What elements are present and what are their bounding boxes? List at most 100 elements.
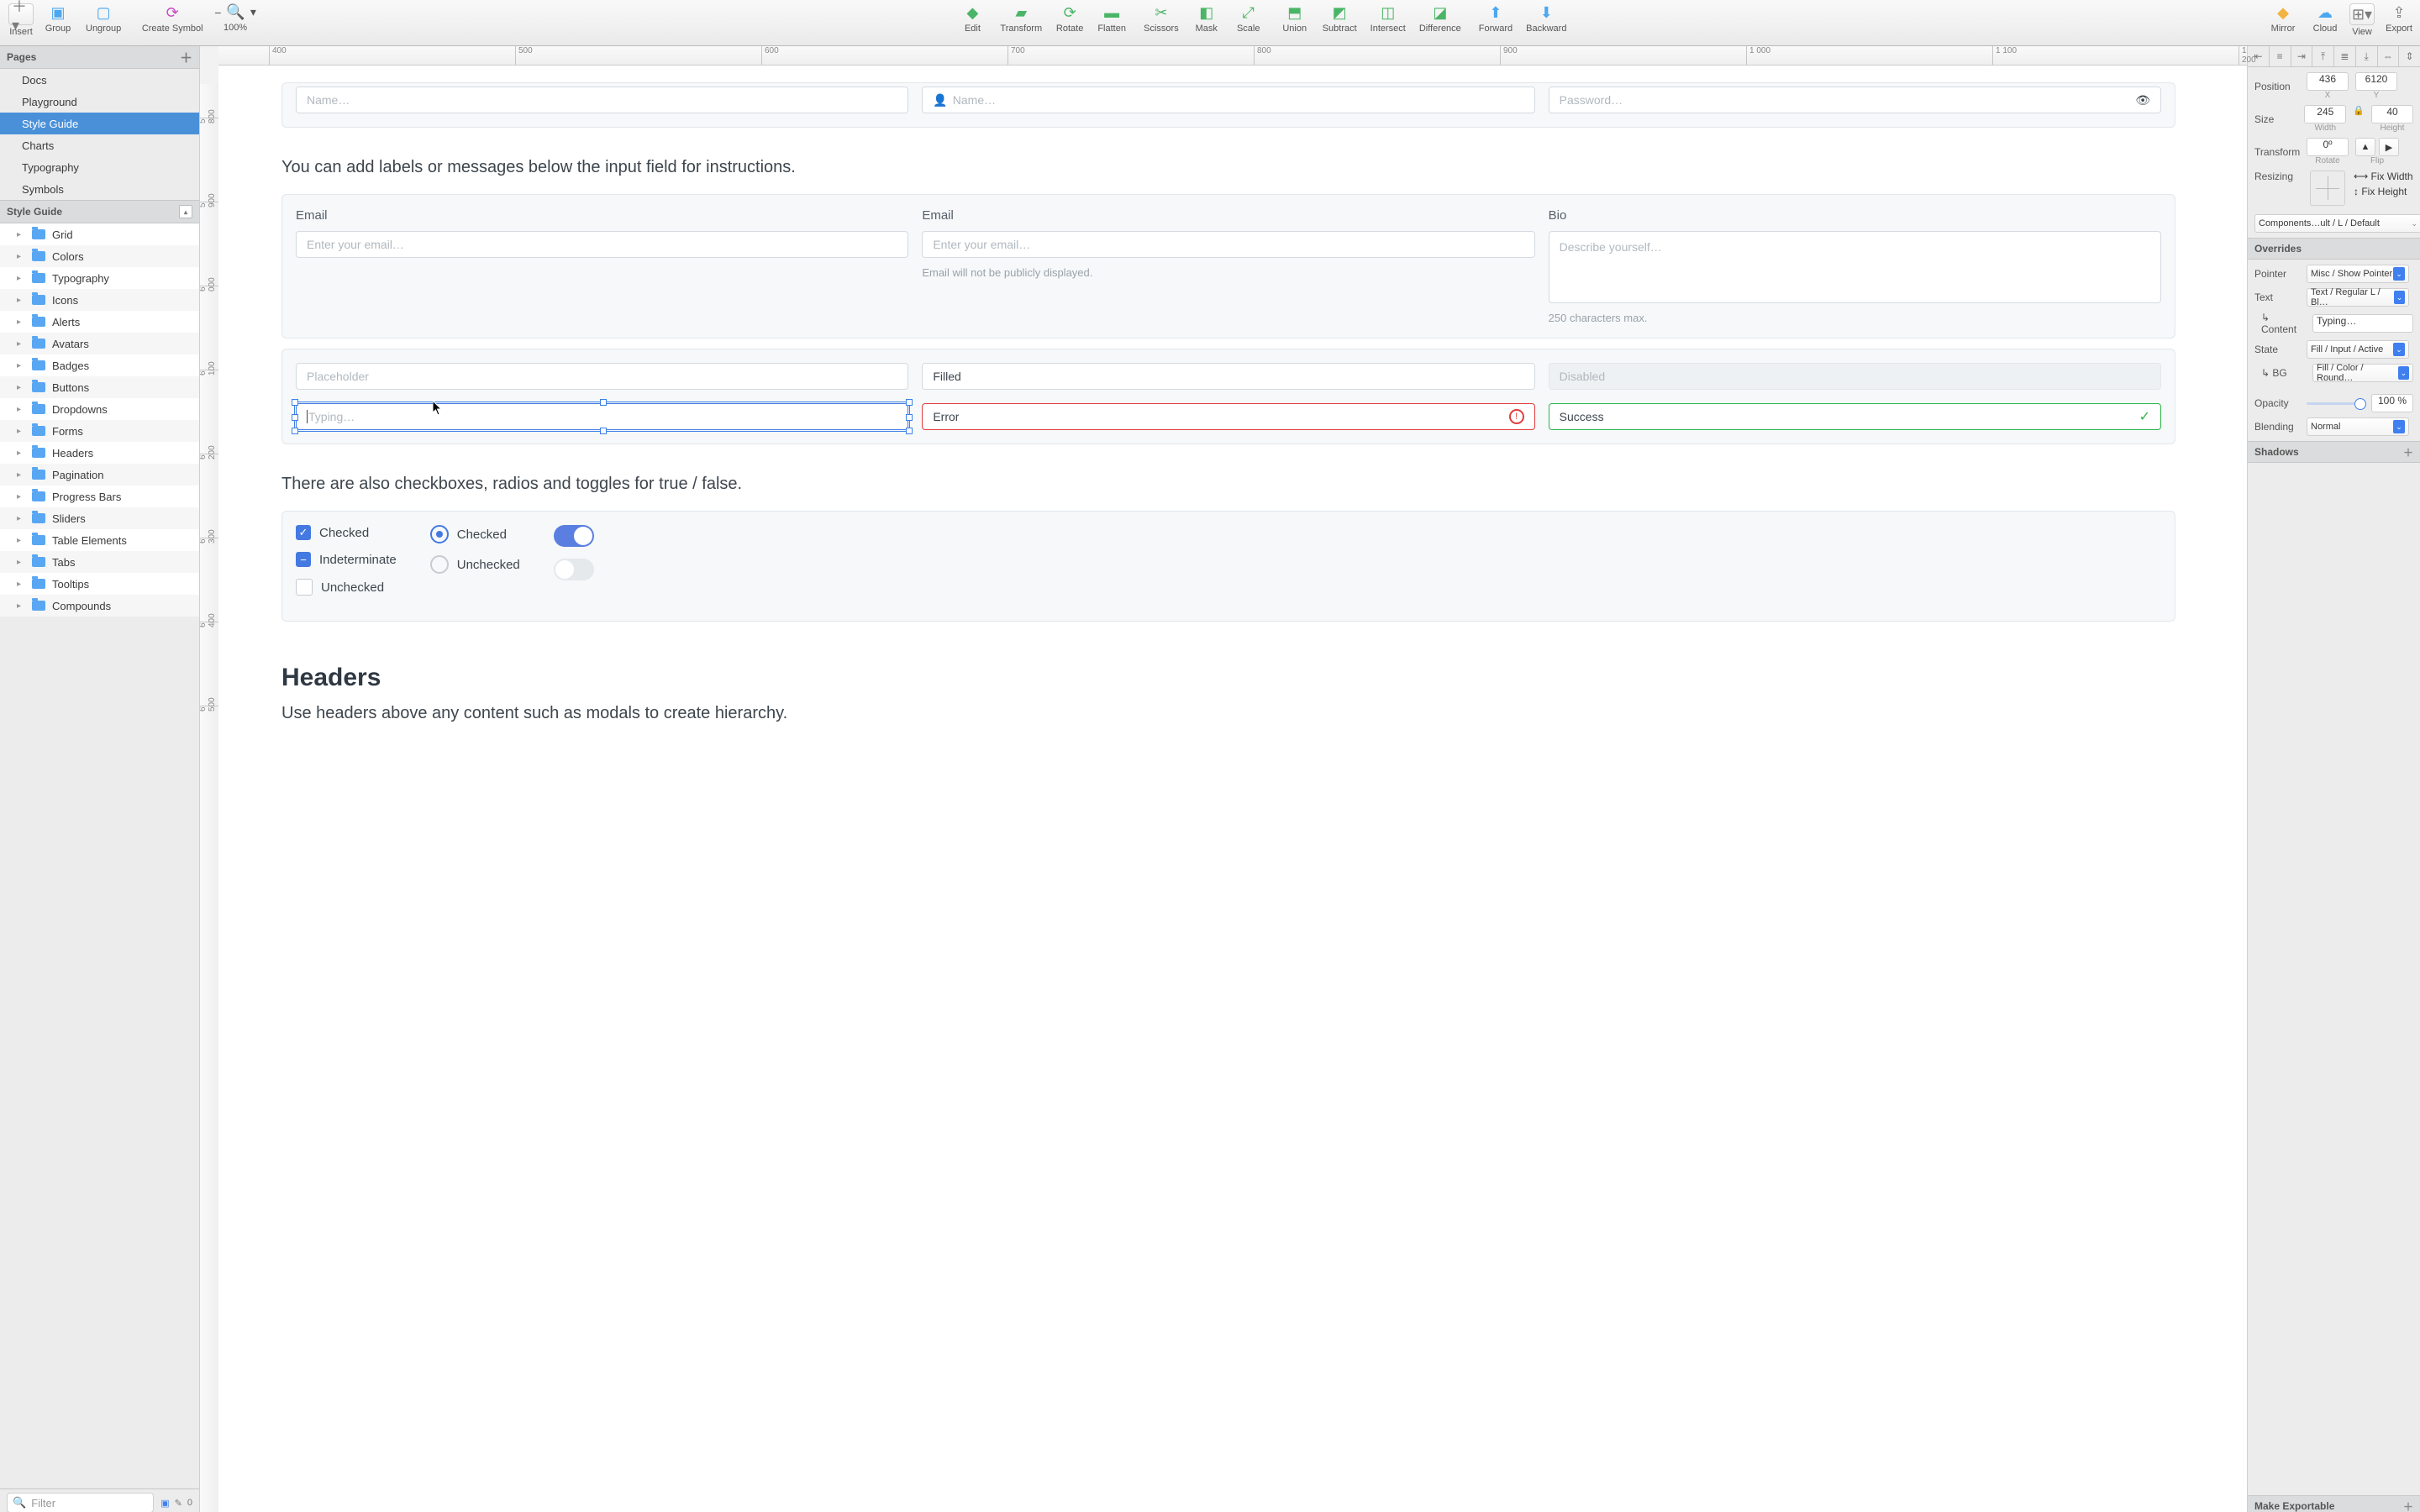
add-page-icon[interactable]: ＋ — [180, 49, 192, 66]
override-state-select[interactable]: Fill / Input / Active⌄ — [2307, 340, 2409, 359]
chevron-right-icon[interactable]: ▸ — [17, 558, 25, 567]
opacity-input[interactable]: 100 % — [2371, 394, 2413, 412]
layer-avatars[interactable]: ▸Avatars — [0, 333, 199, 354]
backward-tool[interactable]: ⬇︎Backward — [1526, 3, 1566, 34]
selection-handle[interactable] — [906, 428, 913, 434]
chevron-right-icon[interactable]: ▸ — [17, 361, 25, 370]
chevron-right-icon[interactable]: ▸ — [17, 383, 25, 392]
cloud-tool[interactable]: ☁︎Cloud — [2311, 3, 2339, 34]
distribute-v-icon[interactable]: ⇕ — [2399, 46, 2420, 66]
chevron-right-icon[interactable]: ▸ — [17, 230, 25, 239]
page-item-charts[interactable]: Charts — [0, 134, 199, 156]
chevron-right-icon[interactable]: ▸ — [17, 536, 25, 545]
layer-badges[interactable]: ▸Badges — [0, 354, 199, 376]
fix-width-toggle[interactable]: ⟷ Fix Width — [2354, 171, 2413, 182]
insert-tool[interactable]: ＋▾ Insert — [7, 3, 35, 37]
add-export-icon[interactable]: ＋ — [2403, 1499, 2413, 1512]
mask-tool[interactable]: ◧Mask — [1192, 3, 1221, 34]
size-w-input[interactable]: 245 — [2304, 105, 2346, 123]
chevron-right-icon[interactable]: ▸ — [17, 492, 25, 501]
rotate-input[interactable]: 0º — [2307, 138, 2349, 156]
layer-sliders[interactable]: ▸Sliders — [0, 507, 199, 529]
create-symbol-tool[interactable]: ⟳ Create Symbol — [139, 3, 206, 34]
layer-forms[interactable]: ▸Forms — [0, 420, 199, 442]
edit-tool[interactable]: ◆Edit — [958, 3, 986, 34]
chevron-right-icon[interactable]: ▸ — [17, 296, 25, 305]
resizing-control[interactable] — [2310, 171, 2345, 206]
chevron-right-icon[interactable]: ▸ — [17, 470, 25, 480]
page-item-docs[interactable]: Docs — [0, 69, 199, 91]
lock-icon[interactable]: 🔒 — [2353, 105, 2365, 133]
flip-h-icon[interactable]: ▲ — [2355, 138, 2375, 156]
layer-icons[interactable]: ▸Icons — [0, 289, 199, 311]
override-bg-select[interactable]: Fill / Color / Round…⌄ — [2312, 364, 2413, 382]
layer-pagination[interactable]: ▸Pagination — [0, 464, 199, 486]
chevron-right-icon[interactable]: ▸ — [17, 601, 25, 611]
selection-handle[interactable] — [600, 399, 607, 406]
distribute-h-icon[interactable]: ⇔ — [2378, 46, 2400, 66]
canvas[interactable]: Name… 👤Name… Password…👁 You can add labe… — [218, 66, 2247, 1512]
chevron-right-icon[interactable]: ▸ — [17, 514, 25, 523]
selection-handle[interactable] — [292, 414, 298, 421]
add-shadow-icon[interactable]: ＋ — [2403, 445, 2413, 459]
size-h-input[interactable]: 40 — [2371, 105, 2413, 123]
page-item-style-guide[interactable]: Style Guide — [0, 113, 199, 134]
override-pointer-select[interactable]: Misc / Show Pointer⌄ — [2307, 265, 2409, 283]
scale-tool[interactable]: ⤢Scale — [1234, 3, 1263, 34]
subtract-tool[interactable]: ◩Subtract — [1323, 3, 1357, 34]
selection-handle[interactable] — [292, 399, 298, 406]
union-tool[interactable]: ⬒Union — [1281, 3, 1309, 34]
align-bottom-icon[interactable]: ⤓ — [2356, 46, 2378, 66]
override-text-select[interactable]: Text / Regular L / Bl…⌄ — [2307, 288, 2409, 307]
intersect-tool[interactable]: ◫Intersect — [1370, 3, 1406, 34]
layer-buttons[interactable]: ▸Buttons — [0, 376, 199, 398]
fix-height-toggle[interactable]: ↕ Fix Height — [2354, 186, 2413, 197]
collapse-layers-icon[interactable]: ▴ — [179, 205, 192, 218]
chevron-right-icon[interactable]: ▸ — [17, 405, 25, 414]
inspector-align-bar[interactable]: ⇤ ≡ ⇥ ⤒ ≣ ⤓ ⇔ ⇕ — [2248, 46, 2420, 67]
align-middle-v-icon[interactable]: ≣ — [2334, 46, 2356, 66]
difference-tool[interactable]: ◪Difference — [1419, 3, 1461, 34]
layer-tabs[interactable]: ▸Tabs — [0, 551, 199, 573]
flip-v-icon[interactable]: ▶ — [2379, 138, 2399, 156]
slice-icon[interactable]: ✎ — [175, 1498, 182, 1509]
chevron-right-icon[interactable]: ▸ — [17, 318, 25, 327]
layer-compounds[interactable]: ▸Compounds — [0, 595, 199, 617]
align-top-icon[interactable]: ⤒ — [2312, 46, 2334, 66]
symbol-select[interactable]: Components…ult / L / Default⌄ — [2254, 214, 2420, 233]
layer-typography[interactable]: ▸Typography — [0, 267, 199, 289]
selection-handle[interactable] — [906, 414, 913, 421]
selection-handle[interactable] — [292, 428, 298, 434]
layer-dropdowns[interactable]: ▸Dropdowns — [0, 398, 199, 420]
override-content-input[interactable]: Typing… — [2312, 314, 2413, 333]
page-item-playground[interactable]: Playground — [0, 91, 199, 113]
flatten-tool[interactable]: ▬Flatten — [1097, 3, 1126, 34]
layer-table-elements[interactable]: ▸Table Elements — [0, 529, 199, 551]
filter-input[interactable]: 🔍 Filter — [7, 1493, 154, 1512]
selection-handle[interactable] — [600, 428, 607, 434]
zoom-tool[interactable]: −🔍▾ 100% — [214, 3, 256, 33]
layer-grid[interactable]: ▸Grid — [0, 223, 199, 245]
scissors-tool[interactable]: ✂︎Scissors — [1144, 3, 1179, 34]
align-right-icon[interactable]: ⇥ — [2291, 46, 2313, 66]
blending-select[interactable]: Normal⌄ — [2307, 417, 2409, 436]
chevron-right-icon[interactable]: ▸ — [17, 580, 25, 589]
layer-colors[interactable]: ▸Colors — [0, 245, 199, 267]
position-x-input[interactable]: 436 — [2307, 72, 2349, 91]
layer-tooltips[interactable]: ▸Tooltips — [0, 573, 199, 595]
view-tool[interactable]: ⊞▾View — [2348, 3, 2376, 37]
ungroup-tool[interactable]: ▢Ungroup — [86, 3, 121, 34]
group-tool[interactable]: ▣Group — [44, 3, 72, 34]
chevron-right-icon[interactable]: ▸ — [17, 274, 25, 283]
chevron-right-icon[interactable]: ▸ — [17, 252, 25, 261]
chevron-right-icon[interactable]: ▸ — [17, 449, 25, 458]
page-item-symbols[interactable]: Symbols — [0, 178, 199, 200]
align-center-h-icon[interactable]: ≡ — [2270, 46, 2291, 66]
position-y-input[interactable]: 6120 — [2355, 72, 2397, 91]
chevron-right-icon[interactable]: ▸ — [17, 427, 25, 436]
page-item-typography[interactable]: Typography — [0, 156, 199, 178]
layer-alerts[interactable]: ▸Alerts — [0, 311, 199, 333]
export-tool[interactable]: ⇪Export — [2385, 3, 2413, 34]
transform-tool[interactable]: ▰Transform — [1000, 3, 1042, 34]
rotate-tool[interactable]: ⟳Rotate — [1055, 3, 1084, 34]
